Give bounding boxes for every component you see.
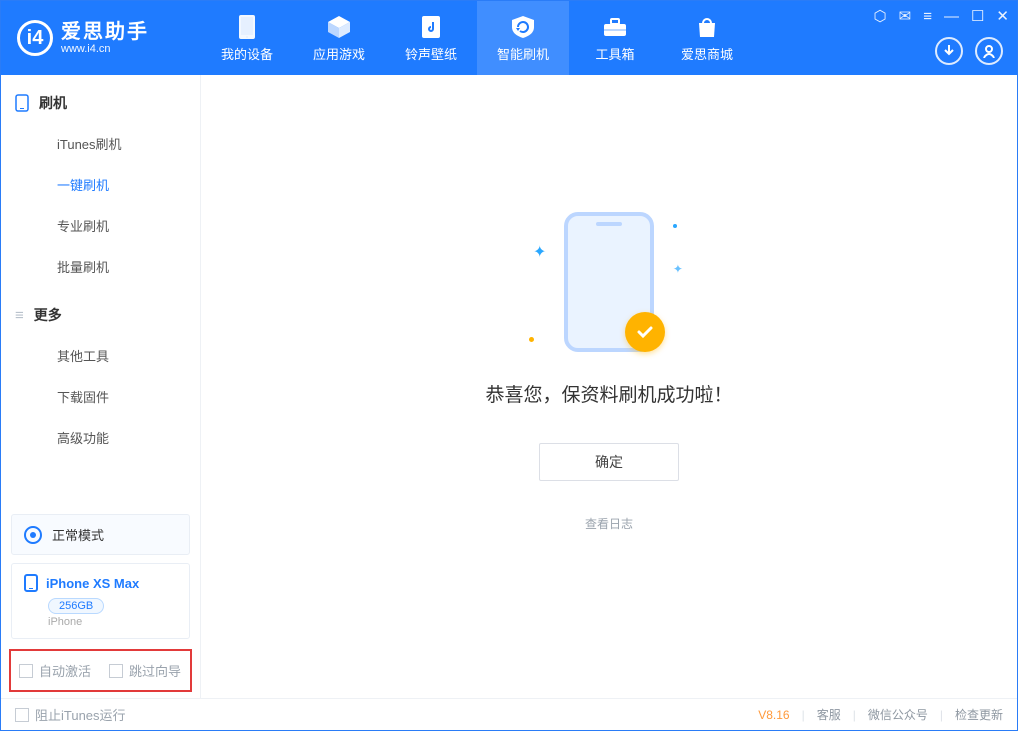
- checkbox-box-icon: [109, 664, 123, 678]
- nav-tab-tools[interactable]: 工具箱: [569, 1, 661, 75]
- section-title-label: 刷机: [39, 93, 67, 113]
- nav-label: 智能刷机: [497, 44, 549, 63]
- device-capacity-badge: 256GB: [48, 598, 104, 614]
- logo-icon: i4: [17, 20, 53, 56]
- download-icon: [942, 44, 956, 58]
- brand-text: 爱思助手 www.i4.cn: [61, 21, 149, 55]
- account-button[interactable]: [975, 37, 1003, 65]
- nav-tab-rings[interactable]: 铃声壁纸: [385, 1, 477, 75]
- nav-label: 应用游戏: [313, 44, 365, 63]
- brand-url: www.i4.cn: [61, 43, 149, 55]
- main-content: ✦ ✦ 恭喜您，保资料刷机成功啦！ 确定 查看日志: [201, 75, 1017, 698]
- checkbox-label: 阻止iTunes运行: [35, 705, 126, 724]
- footer: 阻止iTunes运行 V8.16 | 客服 | 微信公众号 | 检查更新: [1, 698, 1017, 730]
- device-status-card[interactable]: 正常模式: [11, 514, 190, 555]
- device-type: iPhone: [48, 616, 177, 628]
- app-window: i4 爱思助手 www.i4.cn 我的设备 应用游戏 铃声壁纸 智能刷机: [0, 0, 1018, 731]
- checkbox-box-icon: [19, 664, 33, 678]
- list-icon: ≡: [15, 307, 24, 324]
- brand-name: 爱思助手: [61, 21, 149, 43]
- window-controls: ⬡ ✉ ≡ — ☐ ✕: [874, 7, 1009, 25]
- sparkle-dot-icon: [529, 337, 534, 342]
- nav-tab-flash[interactable]: 智能刷机: [477, 1, 569, 75]
- footer-link-support[interactable]: 客服: [817, 706, 841, 723]
- sidebar: 刷机 iTunes刷机 一键刷机 专业刷机 批量刷机 ≡ 更多 其他工具 下载固…: [1, 75, 201, 698]
- header-action-buttons: [935, 37, 1003, 65]
- separator: |: [940, 708, 943, 722]
- ok-button[interactable]: 确定: [539, 443, 679, 481]
- body: 刷机 iTunes刷机 一键刷机 专业刷机 批量刷机 ≡ 更多 其他工具 下载固…: [1, 75, 1017, 698]
- sparkle-dot-icon: [673, 224, 677, 228]
- toolbox-icon: [602, 14, 628, 40]
- device-name: iPhone XS Max: [46, 576, 139, 591]
- checkbox-label: 跳过向导: [129, 661, 181, 680]
- sidebar-item-pro-flash[interactable]: 专业刷机: [1, 205, 200, 246]
- sidebar-item-oneclick-flash[interactable]: 一键刷机: [1, 164, 200, 205]
- bag-icon: [694, 14, 720, 40]
- checkbox-label: 自动激活: [39, 661, 91, 680]
- phone-icon: [24, 574, 38, 592]
- success-message: 恭喜您，保资料刷机成功啦！: [485, 380, 732, 407]
- sidebar-item-download-fw[interactable]: 下载固件: [1, 376, 200, 417]
- brand-logo: i4 爱思助手 www.i4.cn: [1, 20, 201, 56]
- music-file-icon: [418, 14, 444, 40]
- footer-link-update[interactable]: 检查更新: [955, 706, 1003, 723]
- feedback-icon[interactable]: ✉: [899, 7, 912, 25]
- close-button[interactable]: ✕: [996, 7, 1009, 25]
- check-icon: [635, 322, 655, 342]
- sidebar-item-batch-flash[interactable]: 批量刷机: [1, 246, 200, 287]
- phone-illustration: ✦ ✦: [549, 212, 669, 362]
- status-label: 正常模式: [52, 525, 104, 544]
- nav-label: 我的设备: [221, 44, 273, 63]
- checkbox-auto-activate[interactable]: 自动激活: [19, 661, 91, 680]
- skin-icon[interactable]: ⬡: [874, 7, 887, 25]
- separator: |: [853, 708, 856, 722]
- maximize-button[interactable]: ☐: [971, 7, 984, 25]
- phone-outline-icon: [15, 94, 29, 112]
- nav-tab-device[interactable]: 我的设备: [201, 1, 293, 75]
- sidebar-section-more: ≡ 更多: [1, 287, 200, 335]
- title-bar: i4 爱思助手 www.i4.cn 我的设备 应用游戏 铃声壁纸 智能刷机: [1, 1, 1017, 75]
- nav-label: 爱思商城: [681, 44, 733, 63]
- nav-tab-store[interactable]: 爱思商城: [661, 1, 753, 75]
- user-icon: [982, 44, 996, 58]
- sidebar-item-other-tools[interactable]: 其他工具: [1, 335, 200, 376]
- nav-label: 工具箱: [595, 44, 634, 63]
- checkbox-box-icon: [15, 708, 29, 722]
- success-check-badge: [625, 312, 665, 352]
- sidebar-item-itunes-flash[interactable]: iTunes刷机: [1, 123, 200, 164]
- nav-label: 铃声壁纸: [405, 44, 457, 63]
- download-button[interactable]: [935, 37, 963, 65]
- checkbox-skip-guide[interactable]: 跳过向导: [109, 661, 181, 680]
- version-label: V8.16: [758, 708, 789, 722]
- success-hero: ✦ ✦ 恭喜您，保资料刷机成功啦！ 确定 查看日志: [485, 212, 732, 532]
- menu-icon[interactable]: ≡: [923, 8, 932, 25]
- checkbox-block-itunes[interactable]: 阻止iTunes运行: [15, 705, 126, 724]
- footer-link-wechat[interactable]: 微信公众号: [868, 706, 928, 723]
- minimize-button[interactable]: —: [944, 8, 959, 25]
- device-name-row: iPhone XS Max: [24, 574, 177, 592]
- highlighted-options-box: 自动激活 跳过向导: [9, 649, 192, 692]
- view-log-link[interactable]: 查看日志: [585, 515, 633, 532]
- device-icon: [234, 14, 260, 40]
- sparkle-icon: ✦: [673, 262, 683, 276]
- cube-icon: [326, 14, 352, 40]
- nav-tabs: 我的设备 应用游戏 铃声壁纸 智能刷机 工具箱 爱思商城: [201, 1, 753, 75]
- sparkle-icon: ✦: [533, 242, 546, 262]
- nav-tab-apps[interactable]: 应用游戏: [293, 1, 385, 75]
- sidebar-section-flash: 刷机: [1, 75, 200, 123]
- section-title-label: 更多: [34, 305, 62, 325]
- device-card[interactable]: iPhone XS Max 256GB iPhone: [11, 563, 190, 639]
- separator: |: [802, 708, 805, 722]
- sidebar-item-advanced[interactable]: 高级功能: [1, 417, 200, 458]
- shield-refresh-icon: [510, 14, 536, 40]
- status-indicator-icon: [24, 526, 42, 544]
